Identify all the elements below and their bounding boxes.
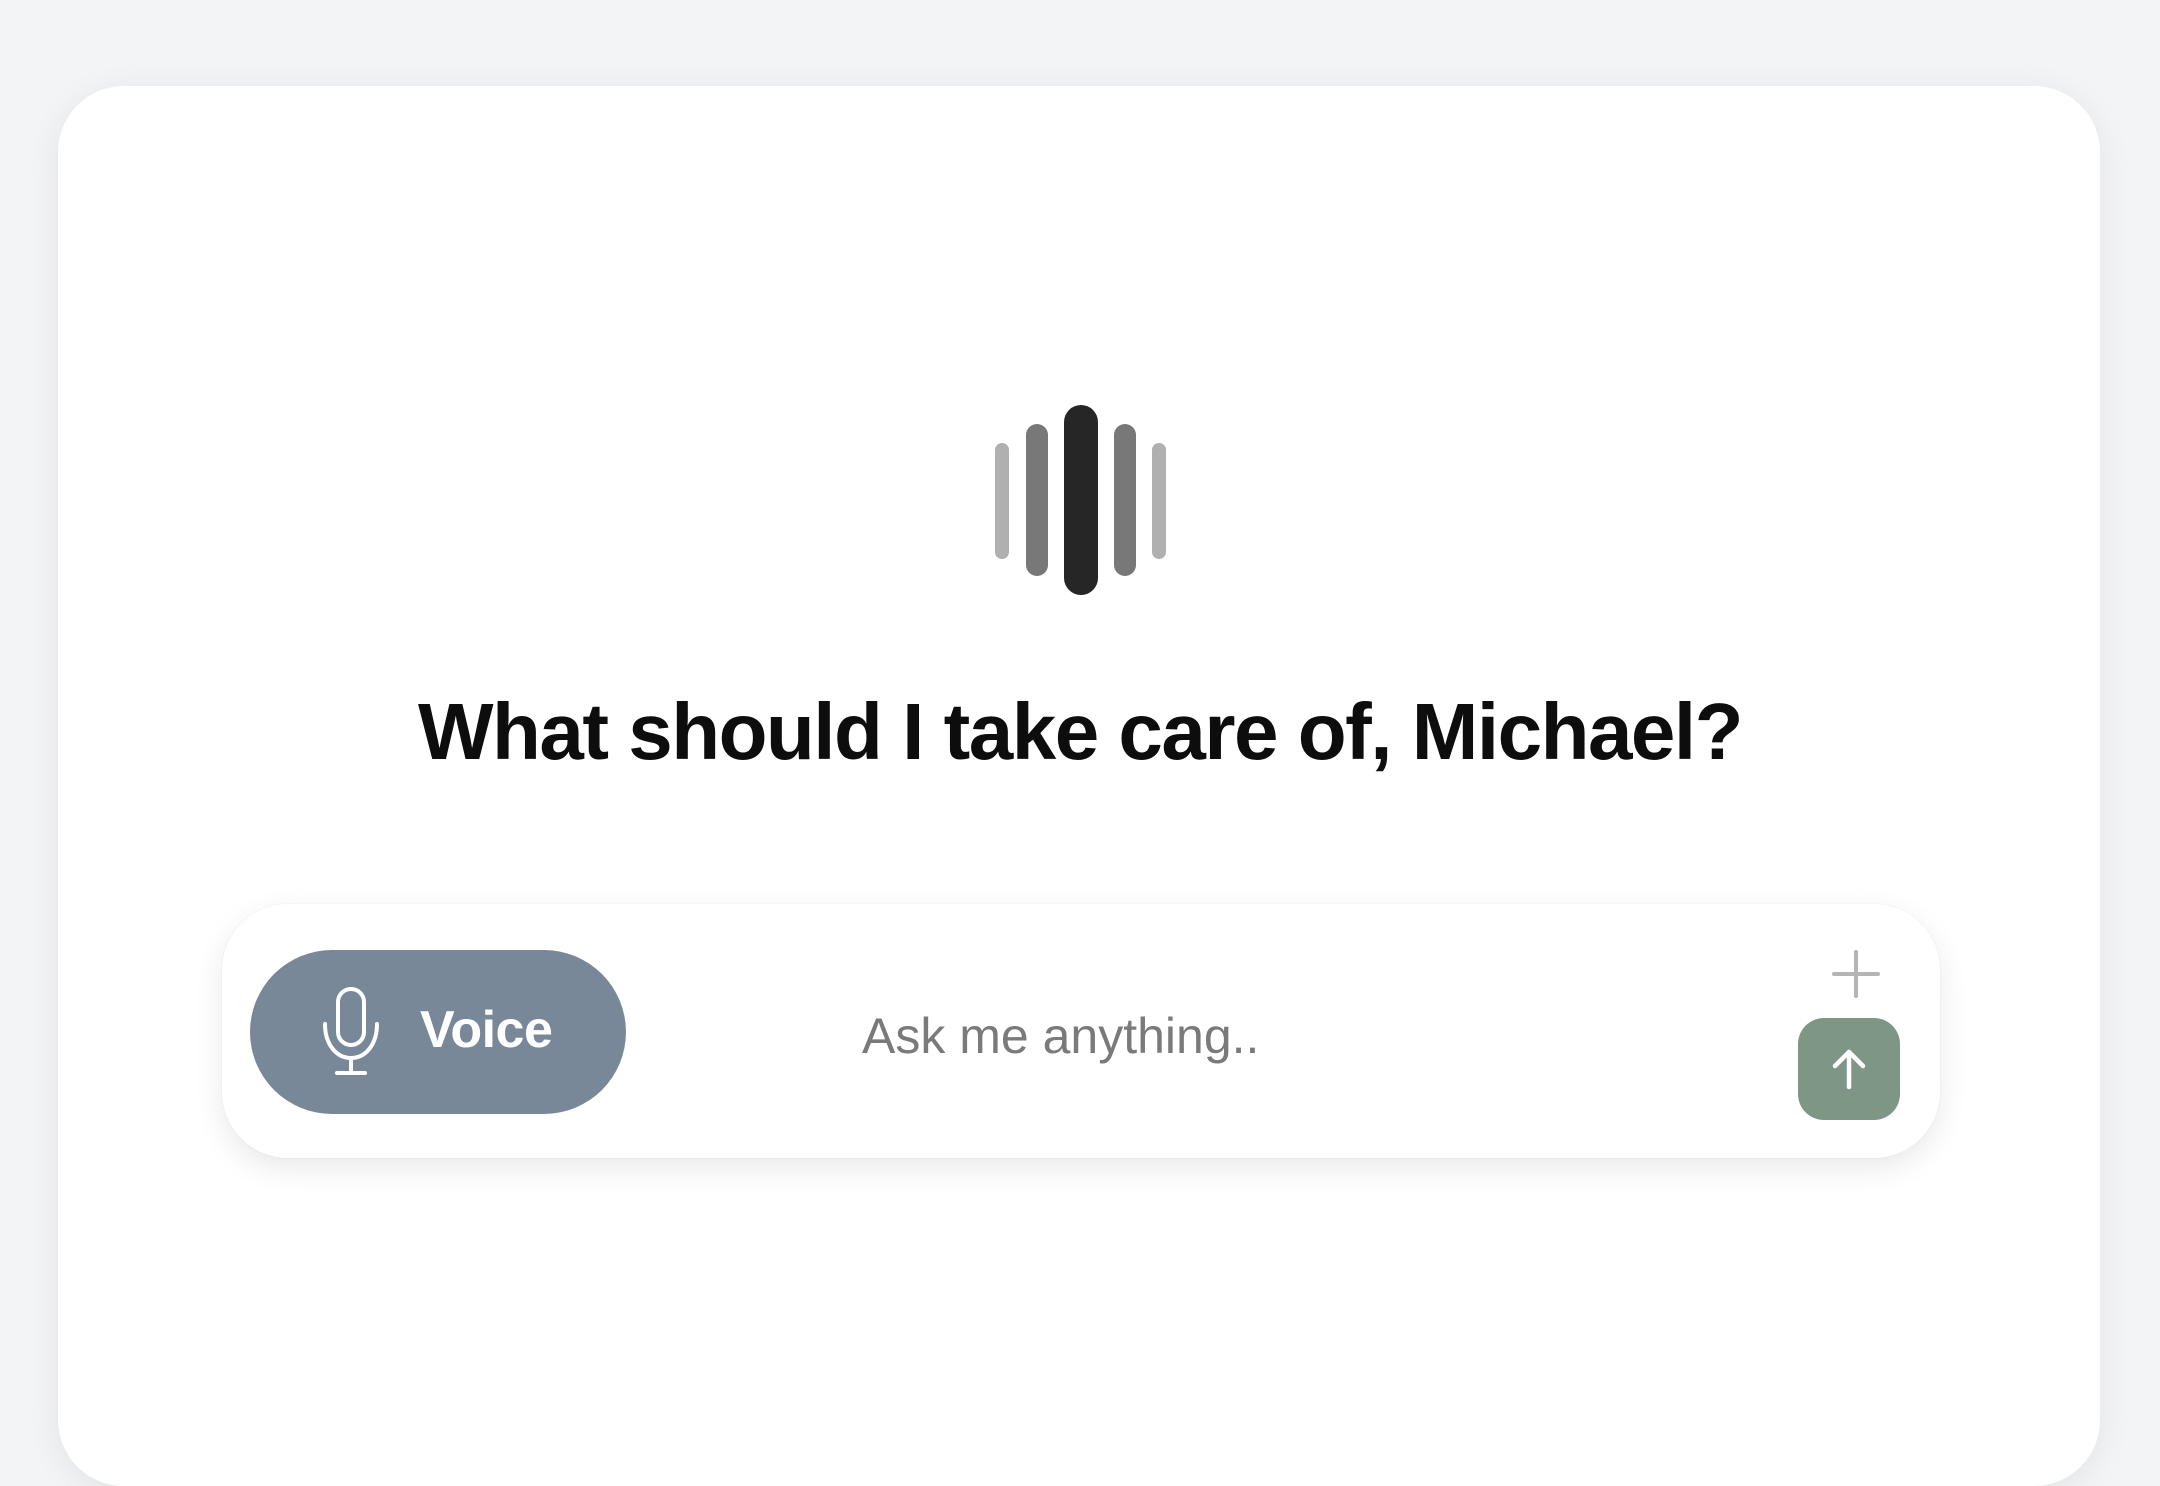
add-attachment-button[interactable] [1826, 944, 1886, 1004]
voice-button[interactable]: Voice [250, 950, 626, 1114]
arrow-up-icon [1832, 1049, 1866, 1090]
microphone-icon [323, 987, 379, 1075]
assistant-card [58, 86, 2100, 1486]
send-button[interactable] [1798, 1018, 1900, 1120]
voice-button-label: Voice [420, 1001, 553, 1059]
greeting-heading: What should I take care of, Michael? [417, 687, 1744, 776]
ask-input[interactable] [862, 1000, 1622, 1072]
plus-icon [1832, 950, 1880, 998]
chat-composer: Voice [222, 904, 1940, 1158]
